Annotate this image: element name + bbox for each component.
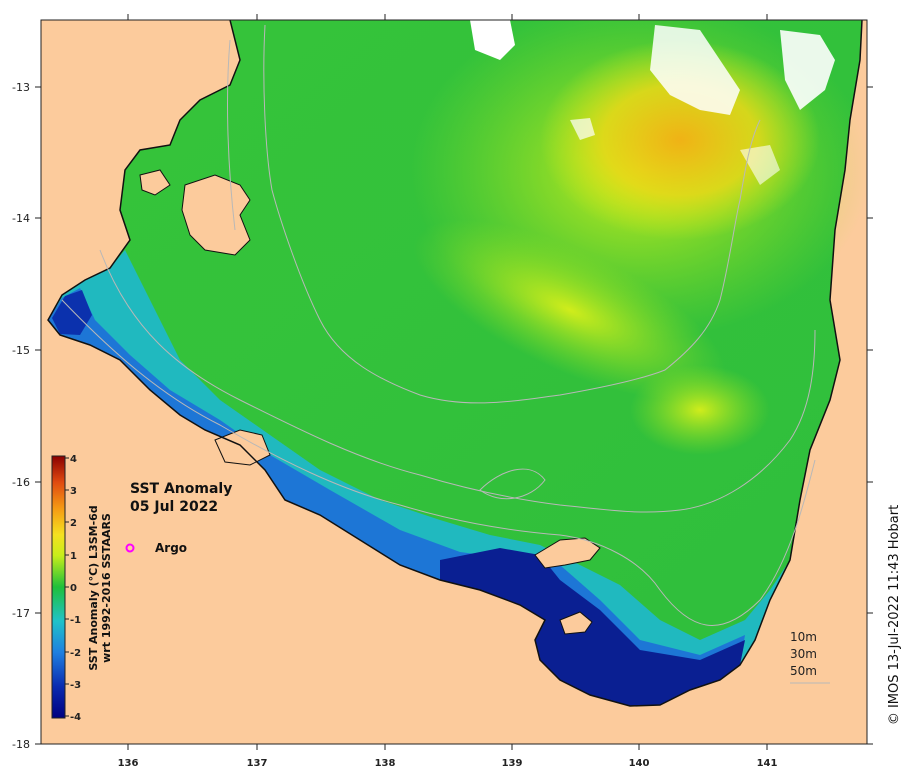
sst-anomaly-map: 136 137 138 139 140 141 -13 -14 -15 -16 … [12,14,902,769]
x-tick-label: 139 [502,758,523,769]
colorbar-tick-label: -3 [70,680,81,691]
y-tick-label: -13 [12,81,30,94]
map-title: SST Anomaly [130,481,232,497]
x-tick-label: 140 [629,758,650,769]
x-tick-label: 136 [118,758,139,769]
x-tick-label: 138 [375,758,396,769]
warm-patch-east [630,365,770,455]
contour-label-30m: 30m [790,647,817,661]
y-tick-label: -15 [12,344,30,357]
y-tick-label: -18 [12,738,30,751]
colorbar-tick-label: 1 [70,551,77,562]
imos-credit: © IMOS 13-Jul-2022 11:43 Hobart [887,505,902,725]
contour-label-10m: 10m [790,630,817,644]
colorbar-tick-label: 2 [70,518,77,529]
colorbar-title-line2: wrt 1992-2016 SSTAARS [100,513,113,663]
colorbar [51,455,66,719]
contour-label-50m: 50m [790,664,817,678]
map-date: 05 Jul 2022 [130,499,218,515]
colorbar-title-line1: SST Anomaly (°C) L3SM-6d [87,505,100,670]
y-tick-label: -14 [12,212,30,225]
colorbar-tick-label: 0 [70,583,77,594]
y-tick-label: -17 [12,607,30,620]
colorbar-tick-label: 3 [70,486,77,497]
colorbar-tick-label: -2 [70,648,81,659]
colorbar-tick-label: -1 [70,615,81,626]
y-tick-label: -16 [12,476,30,489]
argo-legend-label: Argo [155,541,187,555]
x-tick-label: 141 [757,758,778,769]
x-tick-label: 137 [247,758,268,769]
colorbar-tick-label: 4 [70,454,77,465]
map-plot-area [41,20,867,744]
colorbar-tick-label: -4 [70,712,81,723]
